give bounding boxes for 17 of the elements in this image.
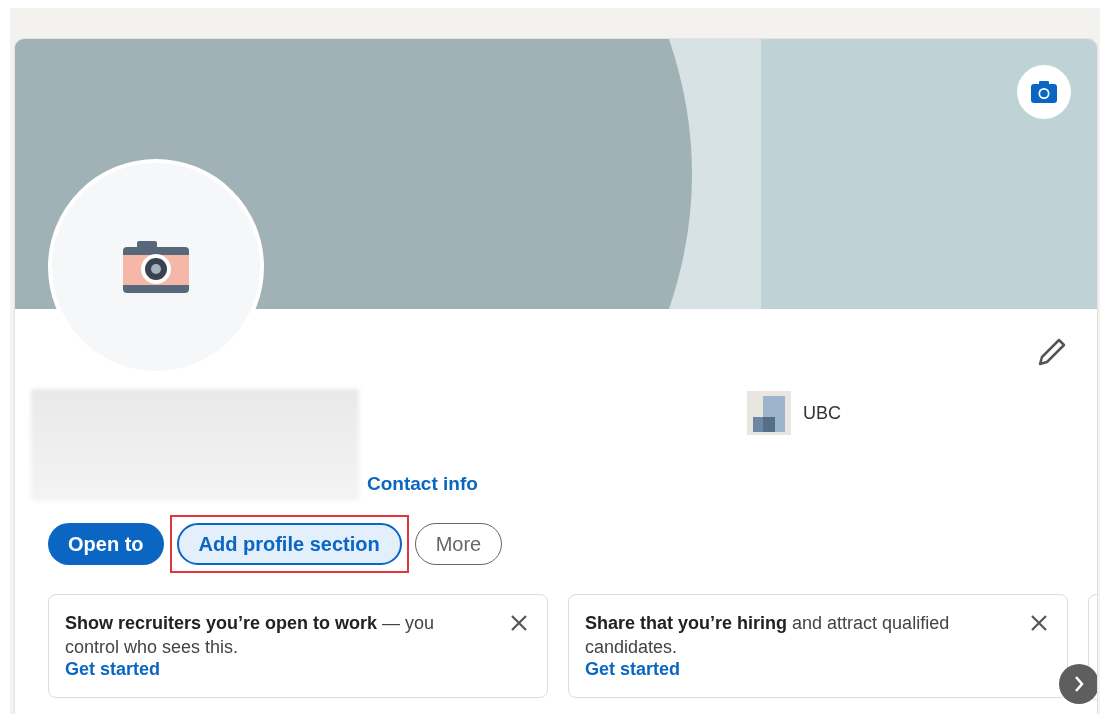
edit-button[interactable] xyxy=(1037,337,1067,367)
suggestion-text: Share that you’re hiring and attract qualified candidates. xyxy=(585,612,951,659)
more-button[interactable]: More xyxy=(414,523,503,565)
school-logo-icon xyxy=(747,391,791,435)
camera-icon xyxy=(1030,80,1058,104)
close-icon[interactable] xyxy=(509,613,529,633)
contact-info-link[interactable]: Contact info xyxy=(367,473,478,495)
camera-icon xyxy=(123,241,189,293)
get-started-link[interactable]: Get started xyxy=(65,659,161,679)
school-name: UBC xyxy=(803,403,841,424)
chevron-right-icon xyxy=(1073,674,1085,694)
close-icon[interactable] xyxy=(1029,613,1049,633)
suggestion-text: Show recruiters you’re open to work — you control who sees this. xyxy=(65,612,436,659)
open-to-button[interactable]: Open to xyxy=(48,523,164,565)
next-button[interactable] xyxy=(1059,664,1097,704)
get-started-link[interactable]: Get started xyxy=(585,659,681,679)
add-section-button[interactable]: Add profile section xyxy=(176,523,402,565)
